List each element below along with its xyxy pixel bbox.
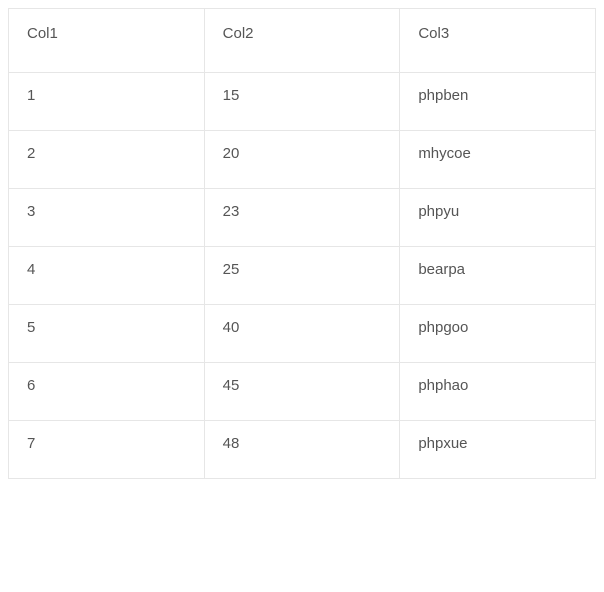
table-cell: phpgoo bbox=[400, 305, 596, 363]
table-cell: mhycoe bbox=[400, 131, 596, 189]
table-row: 4 25 bearpa bbox=[9, 247, 596, 305]
data-table: Col1 Col2 Col3 1 15 phpben 2 20 mhycoe 3… bbox=[8, 8, 596, 479]
table-header-cell: Col3 bbox=[400, 9, 596, 73]
table-cell: phphao bbox=[400, 363, 596, 421]
table-cell: 1 bbox=[9, 73, 205, 131]
table-cell: 3 bbox=[9, 189, 205, 247]
table-cell: 40 bbox=[204, 305, 400, 363]
table-cell: 25 bbox=[204, 247, 400, 305]
table-cell: 23 bbox=[204, 189, 400, 247]
table-cell: phpben bbox=[400, 73, 596, 131]
table-cell: phpxue bbox=[400, 421, 596, 479]
table-row: 5 40 phpgoo bbox=[9, 305, 596, 363]
table-row: 1 15 phpben bbox=[9, 73, 596, 131]
table-cell: 7 bbox=[9, 421, 205, 479]
table-cell: 20 bbox=[204, 131, 400, 189]
table-header-cell: Col2 bbox=[204, 9, 400, 73]
table-cell: bearpa bbox=[400, 247, 596, 305]
table-cell: phpyu bbox=[400, 189, 596, 247]
table-row: 2 20 mhycoe bbox=[9, 131, 596, 189]
table-header-row: Col1 Col2 Col3 bbox=[9, 9, 596, 73]
table-cell: 15 bbox=[204, 73, 400, 131]
table-row: 7 48 phpxue bbox=[9, 421, 596, 479]
table-cell: 45 bbox=[204, 363, 400, 421]
table-cell: 2 bbox=[9, 131, 205, 189]
table-cell: 6 bbox=[9, 363, 205, 421]
table-cell: 4 bbox=[9, 247, 205, 305]
table-row: 3 23 phpyu bbox=[9, 189, 596, 247]
table-cell: 48 bbox=[204, 421, 400, 479]
table-cell: 5 bbox=[9, 305, 205, 363]
table-row: 6 45 phphao bbox=[9, 363, 596, 421]
table-header-cell: Col1 bbox=[9, 9, 205, 73]
